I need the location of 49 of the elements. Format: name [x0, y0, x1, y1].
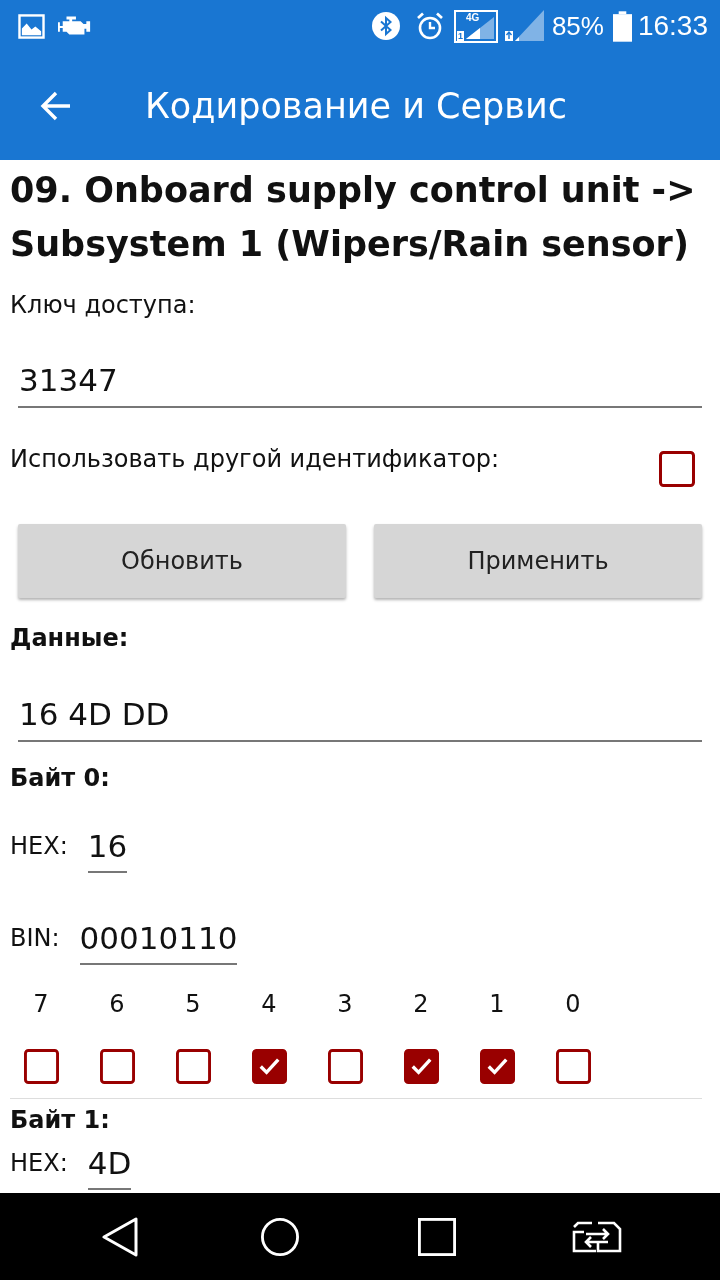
- access-key-field[interactable]: 31347: [18, 352, 702, 408]
- alarm-clock-icon: [415, 12, 444, 40]
- image-icon: [18, 13, 45, 39]
- bit-number: 2: [413, 989, 429, 1020]
- bit-number: 4: [261, 989, 277, 1020]
- network-type-label: 4G: [465, 11, 480, 23]
- app-title: Кодирование и Сервис: [145, 86, 567, 126]
- bit-number: 7: [33, 989, 49, 1020]
- bit-checkbox[interactable]: [99, 1049, 135, 1084]
- bit-checkbox[interactable]: [479, 1049, 515, 1084]
- checkbox[interactable]: [659, 451, 695, 487]
- data-field[interactable]: 16 4D DD: [18, 686, 702, 742]
- bin-field[interactable]: 00010110: [79, 915, 238, 965]
- bit-number: 0: [565, 989, 581, 1020]
- bit-checkbox[interactable]: [23, 1049, 59, 1084]
- byte-heading: Байт 0:: [10, 763, 111, 794]
- bit-checkbox[interactable]: [327, 1049, 363, 1084]
- section-label: Данные:: [10, 623, 130, 654]
- bit-checkbox[interactable]: [555, 1049, 591, 1084]
- battery-percent: 85%: [551, 10, 604, 42]
- bluetooth-icon: [371, 12, 400, 40]
- back-icon[interactable]: [102, 1216, 138, 1257]
- checkbox-label: Использовать другой идентификатор:: [10, 444, 500, 475]
- hex-field[interactable]: 4D: [87, 1140, 132, 1190]
- field-label: Ключ доступа:: [10, 290, 197, 321]
- bit-checkbox[interactable]: [251, 1049, 287, 1084]
- back-arrow-icon[interactable]: [40, 90, 72, 122]
- clock-time: 16:33: [637, 10, 708, 42]
- bit-number: 6: [109, 989, 125, 1020]
- sim-switch-icon[interactable]: [572, 1220, 622, 1253]
- bit-number: 1: [489, 989, 505, 1020]
- unit-heading: 09. Onboard supply control unit -> Subsystem 1 (Wipers/Rain sensor): [10, 169, 697, 266]
- home-icon[interactable]: [261, 1216, 299, 1257]
- bin-label: BIN:: [10, 923, 60, 954]
- byte-heading: Байт 1:: [10, 1105, 111, 1136]
- bit-checkbox[interactable]: [175, 1049, 211, 1084]
- bit-number: 5: [185, 989, 201, 1020]
- signal-icon: [503, 10, 544, 42]
- hex-label: HEX:: [10, 831, 68, 862]
- bit-checkbox[interactable]: [403, 1049, 439, 1084]
- engine-icon: [58, 15, 92, 37]
- sim-number-label: 1: [456, 30, 464, 41]
- refresh-button[interactable]: Обновить: [18, 524, 346, 598]
- battery-icon: [612, 10, 632, 42]
- recents-icon[interactable]: [418, 1216, 456, 1257]
- hex-field[interactable]: 16: [87, 823, 128, 873]
- bit-number: 3: [337, 989, 353, 1020]
- apply-button[interactable]: Применить: [374, 524, 702, 598]
- hex-label: HEX:: [10, 1148, 68, 1179]
